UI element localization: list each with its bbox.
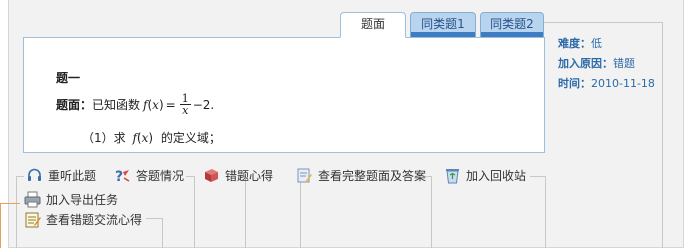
guide-notes-v [245, 176, 246, 248]
stem-label: 题面： [56, 98, 93, 112]
question-stem: 题面： 已知函数 f (x) = 1 x −2. [56, 93, 214, 116]
exchange-notes-label: 查看错题交流心得 [46, 213, 143, 227]
guide-recycle-v [545, 176, 546, 248]
view-full-label: 查看完整题面及答案 [318, 169, 427, 183]
guide-orange-v [0, 203, 1, 248]
fraction-denominator: x [182, 104, 189, 117]
headphones-icon [28, 168, 41, 181]
guide-exchange-v [162, 218, 163, 248]
time-value: 2010-11-18 [591, 77, 655, 90]
printer-icon [24, 191, 41, 208]
reason-row: 加入原因：错题 [558, 54, 655, 74]
guide-full-v [431, 176, 432, 248]
sub-suffix: 的定义域； [160, 131, 221, 145]
time-label: 时间： [558, 77, 591, 90]
reason-label: 加入原因： [558, 57, 613, 70]
tab-similar-2-label: 同类题2 [490, 17, 534, 31]
book-icon [205, 169, 218, 182]
tab-similar-1-label: 同类题1 [421, 17, 465, 31]
guide-orange-h [0, 203, 20, 204]
paren-close: ) [158, 97, 164, 112]
func-var: x [152, 97, 159, 112]
tab-similar-1[interactable]: 同类题1 [410, 12, 476, 38]
question-title: 题一 [56, 71, 81, 85]
reason-value: 错题 [613, 57, 635, 70]
question-mark-icon: ? [115, 169, 130, 184]
guide-right-h [544, 22, 662, 23]
mistake-notes-label: 错题心得 [225, 169, 274, 183]
export-label: 加入导出任务 [46, 193, 119, 207]
difficulty-value: 低 [591, 37, 602, 50]
difficulty-row: 难度：低 [558, 34, 655, 54]
listen-label: 重听此题 [48, 169, 97, 183]
listen-button[interactable]: 重听此题 [26, 167, 96, 184]
time-row: 时间：2010-11-18 [558, 74, 655, 94]
guide-answer-h [186, 176, 194, 177]
tab-similar-2[interactable]: 同类题2 [480, 12, 544, 38]
recycle-bin-icon [446, 169, 459, 184]
question-info: 难度：低 加入原因：错题 时间：2010-11-18 [558, 34, 655, 94]
guide-exchange-h [146, 218, 162, 219]
question-sub-1: （1）求 f(x) 的定义域； [82, 129, 221, 146]
recycle-button[interactable]: 加入回收站 [444, 167, 526, 184]
answer-status-button[interactable]: ? 答题情况 [114, 167, 184, 184]
guide-answer-v [194, 176, 195, 248]
guide-listen-h [16, 176, 24, 177]
document-pencil-icon [297, 168, 312, 183]
guide-listen-v [16, 176, 17, 248]
view-full-button[interactable]: 查看完整题面及答案 [296, 167, 426, 184]
guide-export-v [300, 176, 301, 248]
recycle-label: 加入回收站 [466, 169, 527, 183]
tab-question-label: 题面 [360, 16, 385, 31]
mistake-notes-button[interactable]: 错题心得 [203, 167, 273, 184]
notepad-icon [25, 212, 41, 228]
stem-tail: −2. [192, 97, 215, 112]
fraction: 1 x [179, 93, 191, 117]
guide-right-v [662, 22, 663, 248]
exchange-notes-button[interactable]: 查看错题交流心得 [24, 211, 142, 228]
sub-prefix: （1）求 [82, 131, 126, 145]
guide-recycle-h [530, 176, 545, 177]
equals-sign: = [165, 97, 176, 112]
tab-question[interactable]: 题面 [340, 12, 406, 38]
question-content: 题一 题面： 已知函数 f (x) = 1 x −2. （1）求 f(x) 的定… [23, 37, 545, 153]
export-button[interactable]: 加入导出任务 [24, 191, 118, 208]
difficulty-label: 难度： [558, 37, 591, 50]
svg-text:?: ? [115, 169, 123, 184]
stem-text: 已知函数 [92, 98, 141, 112]
sub-paren-close: ) [148, 131, 154, 145]
answer-status-label: 答题情况 [136, 169, 185, 183]
